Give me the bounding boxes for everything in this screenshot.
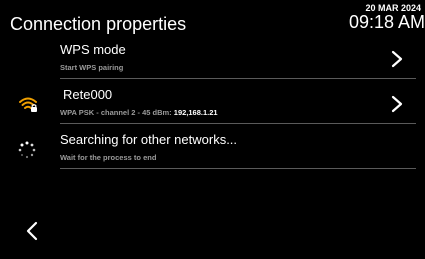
page-title: Connection properties	[10, 14, 187, 34]
row-title: WPS mode	[60, 42, 126, 57]
row-subtitle: WPA PSK - channel 2 - 45 dBm: 192,168.1.…	[60, 108, 218, 117]
chevron-right-icon[interactable]	[390, 50, 404, 68]
row-subtitle: Start WPS pairing	[60, 63, 124, 72]
row-title: Searching for other networks...	[60, 132, 238, 147]
wps-mode-row[interactable]: WPS mode Start WPS pairing	[60, 42, 416, 79]
wifi-locked-icon	[19, 97, 37, 112]
network-details: WPA PSK - channel 2 - 45 dBm:	[60, 108, 174, 117]
time-label: 09:18 AM	[348, 12, 425, 32]
loading-spinner-icon	[18, 141, 36, 159]
network-row-rete000[interactable]: Rete000 WPA PSK - channel 2 - 45 dBm: 19…	[60, 87, 416, 124]
chevron-right-icon[interactable]	[390, 95, 404, 113]
row-title: Rete000	[63, 87, 113, 102]
row-subtitle: Wait for the process to end	[60, 153, 157, 162]
ip-address: 192,168.1.21	[173, 108, 218, 117]
searching-networks-row: Searching for other networks... Wait for…	[60, 132, 416, 169]
chevron-left-icon[interactable]	[24, 220, 40, 242]
